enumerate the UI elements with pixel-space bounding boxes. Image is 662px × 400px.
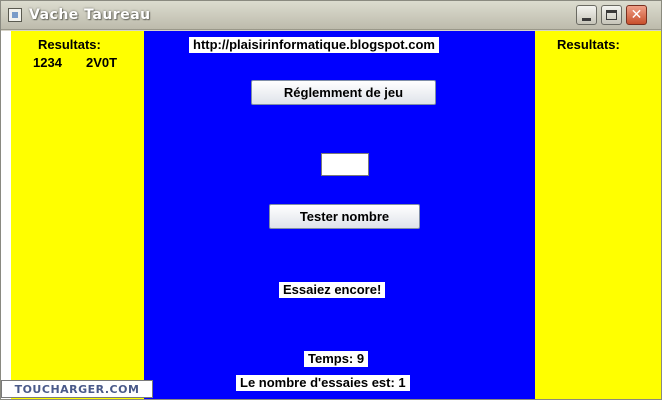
feedback-message: Essaiez encore! [279, 282, 386, 298]
left-results-header: Resultats: [38, 37, 101, 52]
timer-label: Temps: 9 [304, 351, 369, 367]
left-results-panel: Resultats: 1234 2V0T [11, 31, 144, 399]
test-number-button[interactable]: Tester nombre [269, 204, 420, 229]
right-results-panel: Resultats: [535, 31, 661, 399]
maximize-button[interactable] [601, 5, 622, 25]
minimize-button[interactable] [576, 5, 597, 25]
content-area: Resultats: 1234 2V0T http://plaisirinfor… [11, 31, 661, 399]
minimize-icon [582, 18, 591, 21]
right-results-header: Resultats: [557, 37, 620, 52]
rules-button[interactable]: Réglemment de jeu [251, 80, 436, 105]
left-edge-strip [1, 31, 11, 399]
window-title: Vache Taureau [29, 7, 151, 23]
java-app-icon[interactable] [8, 8, 22, 22]
app-window: Vache Taureau ✕ Resultats: 1234 2V0T htt… [0, 0, 662, 400]
result-guess: 1234 [33, 55, 62, 70]
maximize-icon [606, 10, 617, 20]
close-button[interactable]: ✕ [626, 5, 647, 25]
attempts-label: Le nombre d'essaies est: 1 [236, 375, 410, 391]
watermark: TOUCHARGER.COM [1, 380, 153, 398]
blog-url-label: http://plaisirinformatique.blogspot.com [189, 37, 439, 53]
game-panel: http://plaisirinformatique.blogspot.com … [144, 31, 535, 399]
title-bar[interactable]: Vache Taureau ✕ [1, 1, 661, 30]
number-input[interactable] [321, 153, 369, 176]
result-score: 2V0T [86, 55, 118, 70]
close-icon: ✕ [630, 7, 643, 23]
